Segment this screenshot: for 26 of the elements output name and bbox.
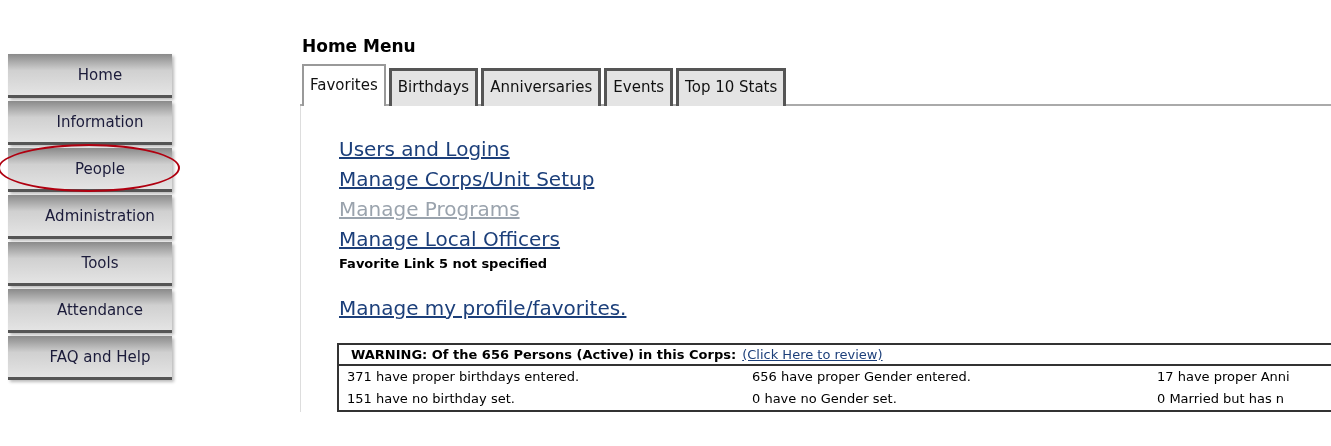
stat-text: 151 have no birthday set. (347, 390, 516, 408)
stat-text: 0 have no Gender set. (752, 390, 898, 408)
tab[interactable]: Birthdays (388, 68, 479, 106)
nav-button[interactable]: Attendance (8, 289, 172, 333)
nav-button[interactable]: Tools (8, 242, 172, 286)
warning-text: WARNING: Of the 656 Persons (Active) in this Corps: (351, 347, 737, 362)
tab[interactable]: Favorites (302, 64, 386, 106)
nav-button[interactable]: People (8, 148, 172, 192)
nav-button[interactable]: Administration (8, 195, 172, 239)
favorite-link[interactable]: Manage Local Officers (339, 224, 560, 254)
stat-text: 0 Married but has n (1157, 390, 1286, 408)
favorite-link[interactable]: Users and Logins (339, 134, 510, 164)
favorite-link[interactable]: Manage Corps/Unit Setup (339, 164, 595, 194)
nav-button[interactable]: Information (8, 101, 172, 145)
tab[interactable]: Top 10 Stats (676, 68, 787, 106)
nav-button[interactable]: FAQ and Help (8, 336, 172, 380)
profile-link[interactable]: Manage my profile/favorites. (339, 293, 627, 323)
stat-text: 371 have proper birthdays entered. (347, 368, 581, 386)
page-title: Home Menu (302, 36, 417, 56)
tab[interactable]: Events (604, 68, 674, 106)
review-link[interactable]: (Click Here to review) (742, 347, 883, 362)
stat-text: 17 have proper Anni (1157, 368, 1291, 386)
favorite-note: Favorite Link 5 not specified (339, 256, 549, 271)
stat-text: 656 have proper Gender entered. (752, 368, 972, 386)
tab[interactable]: Anniversaries (481, 68, 602, 106)
nav-button[interactable]: Home (8, 54, 172, 98)
